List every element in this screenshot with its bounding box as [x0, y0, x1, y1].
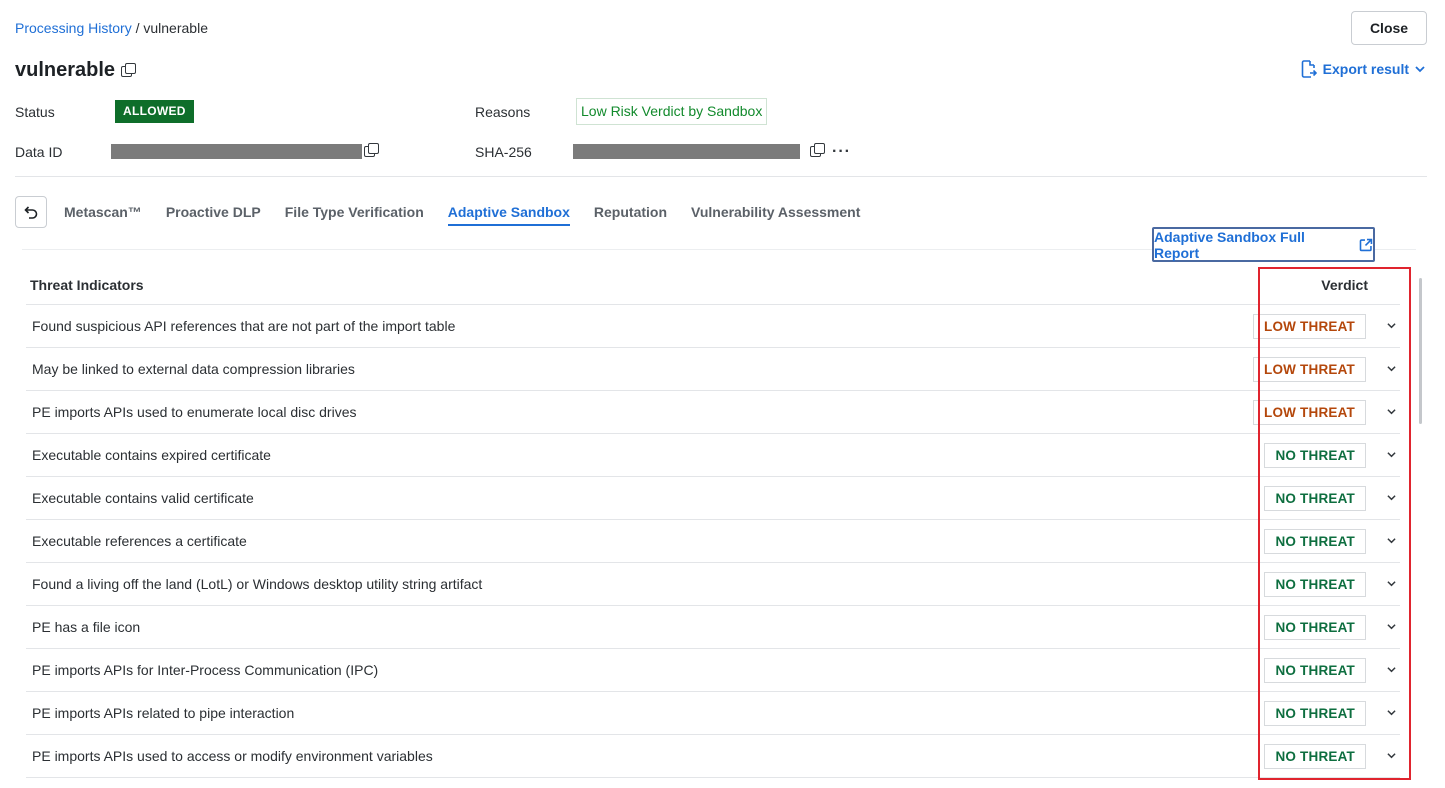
copy-title-icon[interactable]	[121, 63, 137, 77]
table-row[interactable]: Found a living off the land (LotL) or Wi…	[26, 563, 1400, 606]
table-row[interactable]: Executable references a certificate NO TH…	[26, 520, 1400, 563]
verdict-badge: LOW THREAT	[1253, 314, 1366, 339]
tab-bar: Metascan™ Proactive DLP File Type Verifica…	[64, 196, 860, 228]
back-button[interactable]	[15, 196, 47, 228]
export-file-icon	[1301, 60, 1317, 78]
chevron-down-icon[interactable]	[1387, 622, 1396, 631]
chevron-down-icon[interactable]	[1387, 364, 1396, 373]
page-title: vulnerable	[15, 58, 116, 81]
chevron-down-icon[interactable]	[1387, 665, 1396, 674]
full-report-label: Adaptive Sandbox Full Report	[1154, 228, 1305, 261]
breadcrumb-separator: /	[135, 20, 140, 36]
tab-vulnerability-assessment[interactable]: Vulnerability Assessment	[691, 196, 860, 226]
threat-indicator-text: Found a living off the land (LotL) or Wi…	[32, 576, 483, 592]
table-row[interactable]: Executable contains valid certificate NO …	[26, 477, 1400, 520]
chevron-down-icon[interactable]	[1387, 579, 1396, 588]
threat-indicator-text: Executable contains expired certificate	[32, 447, 271, 463]
table-header: Threat Indicators Verdict	[26, 263, 1400, 305]
export-result-button[interactable]: Export result	[1301, 60, 1425, 78]
table-body: Found suspicious API references that are…	[26, 305, 1400, 778]
chevron-down-icon[interactable]	[1387, 493, 1396, 502]
verdict-badge: NO THREAT	[1264, 486, 1366, 511]
column-header-threat-indicators: Threat Indicators	[30, 277, 144, 293]
table-row[interactable]: Executable contains expired certificate N…	[26, 434, 1400, 477]
table-row[interactable]: PE imports APIs used to access or modify…	[26, 735, 1400, 778]
close-button[interactable]: Close	[1351, 11, 1427, 45]
breadcrumb-current: vulnerable	[143, 20, 208, 36]
reasons-value: Low Risk Verdict by Sandbox	[576, 98, 768, 125]
verdict-badge: NO THREAT	[1264, 443, 1366, 468]
data-id-redacted	[111, 144, 362, 159]
verdict-badge: LOW THREAT	[1253, 400, 1366, 425]
scrollbar[interactable]	[1419, 278, 1422, 424]
verdict-badge: NO THREAT	[1264, 529, 1366, 554]
top-bar: Processing History / vulnerable Close	[15, 11, 1427, 45]
chevron-down-icon[interactable]	[1387, 536, 1396, 545]
more-options-icon[interactable]: ···	[832, 144, 851, 160]
verdict-badge: NO THREAT	[1264, 744, 1366, 769]
threat-indicator-text: PE imports APIs related to pipe interact…	[32, 705, 295, 721]
reasons-label: Reasons	[475, 104, 531, 120]
chevron-down-icon[interactable]	[1387, 407, 1396, 416]
chevron-down-icon[interactable]	[1387, 321, 1396, 330]
table-row[interactable]: May be linked to external data compressi…	[26, 348, 1400, 391]
verdict-badge: NO THREAT	[1264, 658, 1366, 683]
sha256-redacted	[573, 144, 800, 159]
copy-data-id-icon[interactable]	[364, 143, 379, 157]
section-divider	[15, 176, 1427, 177]
threat-indicator-text: May be linked to external data compressi…	[32, 361, 355, 377]
threat-indicator-text: PE has a file icon	[32, 619, 141, 635]
full-report-button[interactable]: Adaptive Sandbox Full Report	[1152, 227, 1375, 262]
copy-sha256-icon[interactable]	[810, 143, 825, 157]
tab-adaptive-sandbox[interactable]: Adaptive Sandbox	[447, 196, 570, 226]
threat-indicators-table: Threat Indicators Verdict Found suspicio…	[26, 263, 1400, 778]
tab-proactive-dlp[interactable]: Proactive DLP	[166, 196, 261, 226]
status-label: Status	[15, 104, 55, 120]
table-row[interactable]: PE has a file icon NO THREAT	[26, 606, 1400, 649]
table-row[interactable]: Found suspicious API references that are…	[26, 305, 1400, 348]
status-badge: ALLOWED	[115, 100, 194, 123]
data-id-label: Data ID	[15, 144, 63, 160]
breadcrumb-processing-history[interactable]: Processing History	[15, 20, 132, 36]
chevron-down-icon[interactable]	[1387, 751, 1396, 760]
verdict-badge: NO THREAT	[1264, 615, 1366, 640]
table-row[interactable]: PE imports APIs for Inter-Process Commun…	[26, 649, 1400, 692]
table-row[interactable]: PE imports APIs used to enumerate local …	[26, 391, 1400, 434]
verdict-badge: NO THREAT	[1264, 701, 1366, 726]
threat-indicator-text: PE imports APIs used to access or modify…	[32, 748, 433, 764]
external-link-icon	[1359, 238, 1373, 251]
chevron-down-icon[interactable]	[1387, 708, 1396, 717]
column-header-verdict: Verdict	[1321, 277, 1368, 293]
threat-indicator-text: PE imports APIs used to enumerate local …	[32, 404, 357, 420]
table-row[interactable]: PE imports APIs related to pipe interact…	[26, 692, 1400, 735]
tab-file-type-verification[interactable]: File Type Verification	[285, 196, 424, 226]
sha256-label: SHA-256	[475, 144, 532, 160]
breadcrumb: Processing History / vulnerable	[15, 20, 208, 36]
tab-metascan[interactable]: Metascan™	[64, 196, 142, 226]
threat-indicator-text: Found suspicious API references that are…	[32, 318, 456, 334]
verdict-badge: LOW THREAT	[1253, 357, 1366, 382]
undo-arrow-icon	[24, 206, 38, 219]
verdict-badge: NO THREAT	[1264, 572, 1366, 597]
threat-indicator-text: PE imports APIs for Inter-Process Commun…	[32, 662, 379, 678]
threat-indicator-text: Executable references a certificate	[32, 533, 247, 549]
chevron-down-icon	[1415, 66, 1425, 73]
export-result-label: Export result	[1322, 61, 1409, 77]
chevron-down-icon[interactable]	[1387, 450, 1396, 459]
title-row: vulnerable	[15, 58, 137, 82]
tab-reputation[interactable]: Reputation	[594, 196, 667, 226]
threat-indicator-text: Executable contains valid certificate	[32, 490, 254, 506]
